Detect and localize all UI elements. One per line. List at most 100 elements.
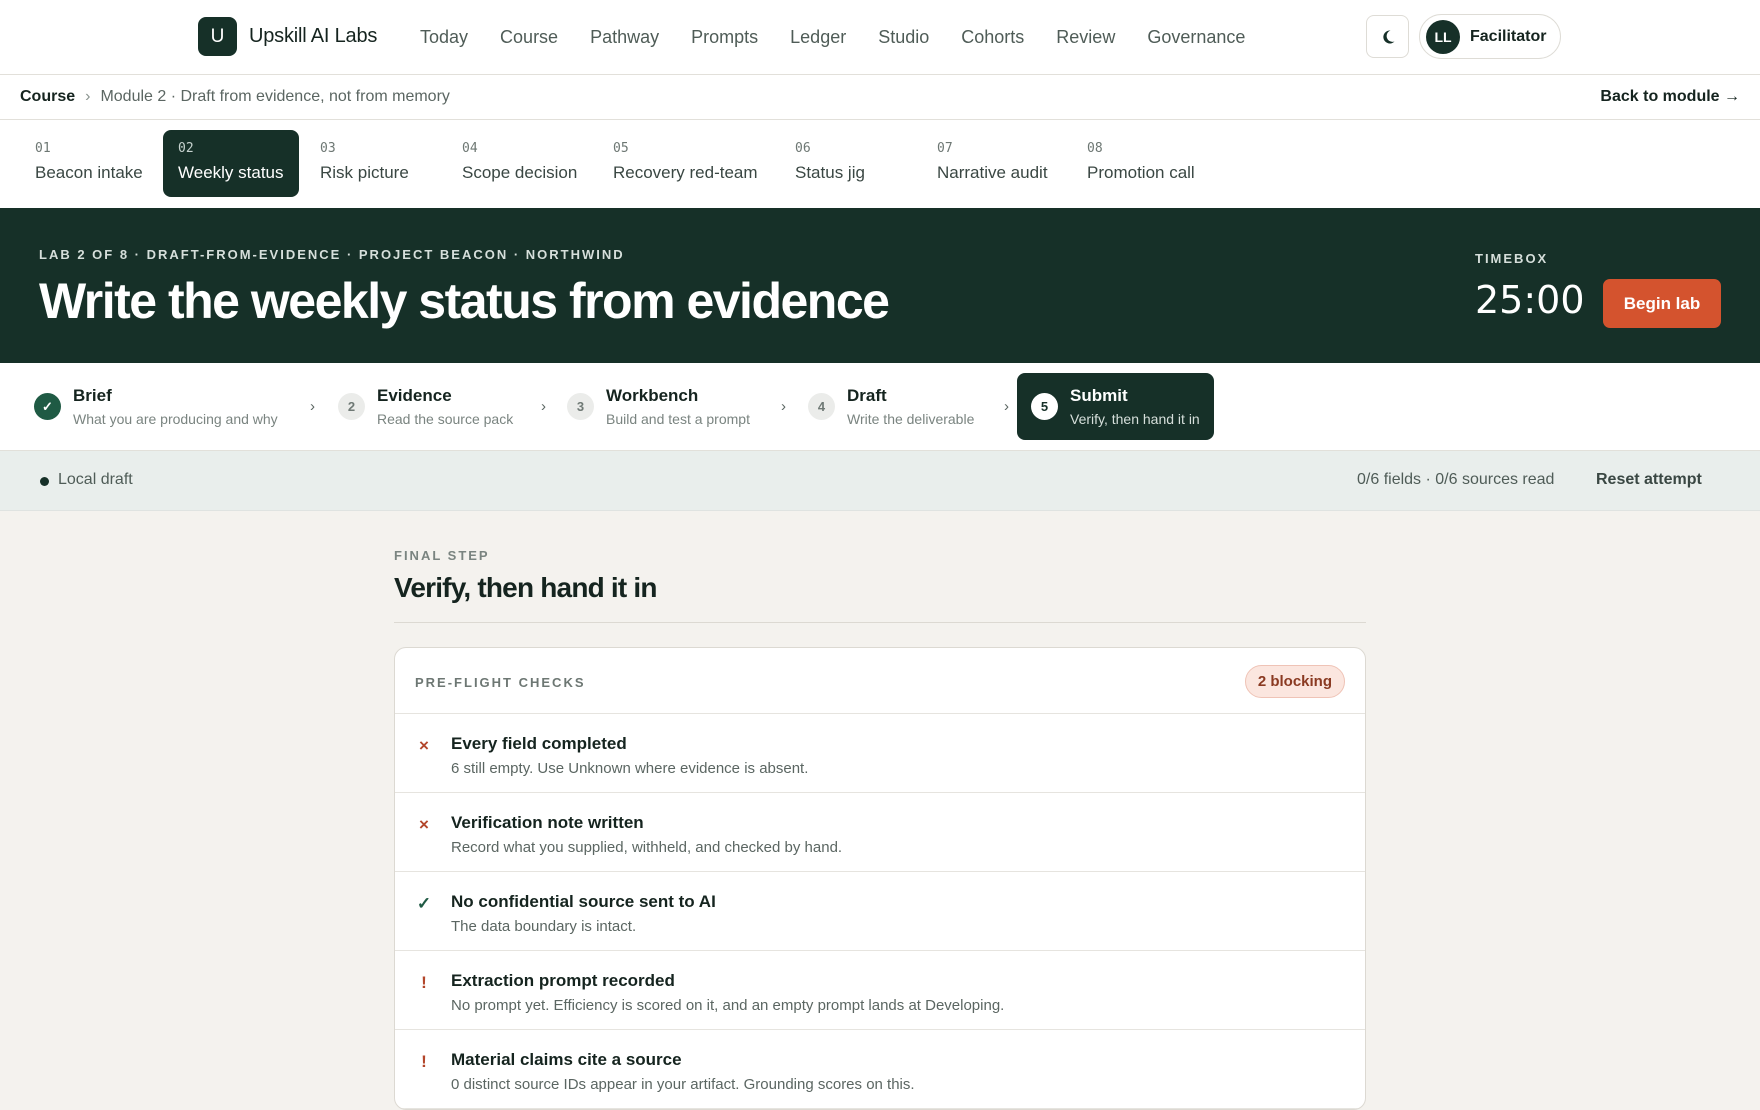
nav-governance[interactable]: Governance [1147,27,1245,48]
lab-eyebrow: LAB 2 OF 8 · DRAFT-FROM-EVIDENCE · PROJE… [39,247,625,262]
step-title: Brief [73,386,112,405]
card-header: PRE-FLIGHT CHECKS 2 blocking [395,648,1365,714]
tab-label: Scope decision [462,163,578,182]
check-title: Material claims cite a source [451,1050,682,1069]
tab-label: Status jig [795,163,865,182]
draft-status: Local draft [58,471,133,488]
nav-prompts[interactable]: Prompts [691,27,758,48]
tab-recovery-red-team[interactable]: 05 Recovery red-team [598,130,773,197]
tab-label: Recovery red-team [613,163,758,182]
lab-hero: LAB 2 OF 8 · DRAFT-FROM-EVIDENCE · PROJE… [0,208,1760,363]
divider [394,622,1366,623]
step-workbench[interactable]: 3 Workbench Build and test a prompt [553,373,750,440]
tab-weekly-status[interactable]: 02 Weekly status [163,130,299,197]
begin-lab-button[interactable]: Begin lab [1603,279,1721,328]
breadcrumb-separator: › [85,88,91,105]
step-brief[interactable]: ✓ Brief What you are producing and why [20,373,278,440]
check-title: Every field completed [451,734,627,753]
step-evidence[interactable]: 2 Evidence Read the source pack [324,373,513,440]
nav-today[interactable]: Today [420,27,468,48]
tab-status-jig[interactable]: 06 Status jig [780,130,880,197]
tab-narrative-audit[interactable]: 07 Narrative audit [922,130,1063,197]
check-title: Verification note written [451,813,644,832]
step-number: 4 [808,393,835,420]
breadcrumb-current: Module 2 · Draft from evidence, not from… [100,88,450,105]
preflight-checks-card: PRE-FLIGHT CHECKS 2 blocking × Every fie… [394,647,1366,1110]
brand-name: Upskill AI Labs [249,25,378,47]
reset-attempt-button[interactable]: Reset attempt [1596,471,1702,489]
status-badge: 2 blocking [1244,665,1345,698]
nav-cohorts[interactable]: Cohorts [961,27,1024,48]
section-title: Verify, then hand it in [394,572,657,603]
nav-ledger[interactable]: Ledger [790,27,846,48]
check-description: Record what you supplied, withheld, and … [451,839,843,856]
theme-toggle-button[interactable] [1366,15,1409,58]
brand-logo: U [198,17,237,56]
avatar: LL [1426,19,1460,54]
warning-icon: ! [421,1052,427,1071]
close-icon: × [419,736,429,755]
card-title: PRE-FLIGHT CHECKS [415,675,586,690]
check-item: × Every field completed 6 still empty. U… [395,714,1365,793]
check-item: ✓ No confidential source sent to AI The … [395,872,1365,951]
check-description: The data boundary is intact. [451,918,637,935]
check-description: No prompt yet. Efficiency is scored on i… [451,997,1005,1014]
back-to-module-link[interactable]: Back to module → [1600,88,1740,106]
draft-status-bar: Local draft 0/6 fields · 0/6 sources rea… [0,451,1760,511]
step-submit[interactable]: 5 Submit Verify, then hand it in [1017,373,1214,440]
check-item: ! Extraction prompt recorded No prompt y… [395,951,1365,1030]
breadcrumb-bar: Course › Module 2 · Draft from evidence,… [0,75,1760,120]
lab-stepper: ✓ Brief What you are producing and why ›… [0,363,1760,451]
tab-number: 08 [1087,141,1103,156]
page-title: Write the weekly status from evidence [39,273,890,329]
warning-icon: ! [421,973,427,992]
tab-number: 01 [35,141,51,156]
step-number: 5 [1031,393,1058,420]
step-subtitle: Build and test a prompt [606,411,750,427]
tab-number: 04 [462,141,478,156]
breadcrumb: Course › Module 2 · Draft from evidence,… [20,88,450,106]
nav-studio[interactable]: Studio [878,27,929,48]
tab-label: Risk picture [320,163,409,182]
check-title: Extraction prompt recorded [451,971,675,990]
step-subtitle: Verify, then hand it in [1070,411,1200,427]
step-title: Evidence [377,386,452,405]
tab-label: Narrative audit [937,163,1048,182]
nav-pathway[interactable]: Pathway [590,27,659,48]
step-title: Submit [1070,386,1128,405]
tab-beacon-intake[interactable]: 01 Beacon intake [20,130,158,197]
step-number: 3 [567,393,594,420]
chevron-right-icon: › [310,398,315,415]
check-title: No confidential source sent to AI [451,892,716,911]
tab-scope-decision[interactable]: 04 Scope decision [447,130,592,197]
top-nav: U Upskill AI Labs Today Course Pathway P… [0,0,1760,75]
check-item: × Verification note written Record what … [395,793,1365,872]
check-description: 0 distinct source IDs appear in your art… [451,1076,915,1093]
draft-status-dot-icon [40,477,49,486]
user-role: Facilitator [1470,27,1547,45]
nav-course[interactable]: Course [500,27,558,48]
brand[interactable]: U Upskill AI Labs [198,17,377,56]
moon-icon [1382,29,1394,43]
step-subtitle: What you are producing and why [73,411,278,427]
check-description: 6 still empty. Use Unknown where evidenc… [451,760,809,777]
lab-tabs: 01 Beacon intake 02 Weekly status 03 Ris… [0,120,1760,208]
close-icon: × [419,815,429,834]
check-icon: ✓ [34,393,61,420]
tab-number: 05 [613,141,629,156]
tab-number: 02 [178,141,194,156]
step-subtitle: Write the deliverable [847,411,975,427]
tab-number: 06 [795,141,811,156]
chevron-right-icon: › [541,398,546,415]
check-item: ! Material claims cite a source 0 distin… [395,1030,1365,1109]
user-menu-button[interactable]: LL Facilitator [1419,14,1561,59]
submit-panel: FINAL STEP Verify, then hand it in PRE-F… [394,548,1366,1110]
tab-label: Promotion call [1087,163,1195,182]
step-draft[interactable]: 4 Draft Write the deliverable [794,373,974,440]
tab-risk-picture[interactable]: 03 Risk picture [305,130,424,197]
chevron-right-icon: › [781,398,786,415]
tab-label: Weekly status [178,163,284,182]
nav-review[interactable]: Review [1056,27,1115,48]
tab-promotion-call[interactable]: 08 Promotion call [1072,130,1210,197]
breadcrumb-course[interactable]: Course [20,88,75,106]
